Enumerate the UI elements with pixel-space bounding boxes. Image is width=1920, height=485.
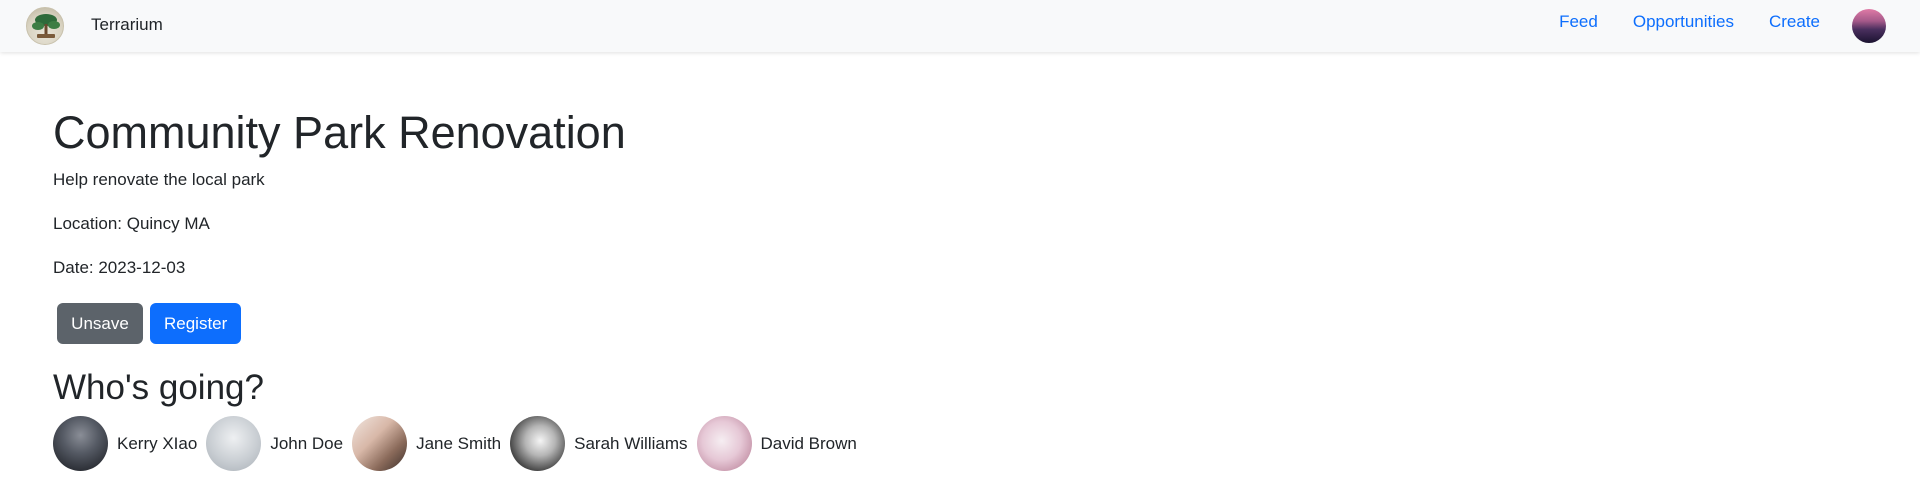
event-location: Location: Quincy MA: [53, 214, 210, 233]
page-title: Community Park Renovation: [53, 107, 626, 158]
nav-link-create[interactable]: Create: [1769, 12, 1820, 32]
avatar: [696, 416, 752, 471]
event-description: Help renovate the local park: [53, 170, 265, 189]
list-item[interactable]: Sarah Williams: [510, 416, 688, 471]
nav-link-opportunities[interactable]: Opportunities: [1633, 12, 1734, 32]
attendee-name: Kerry XIao: [117, 433, 198, 453]
bonsai-logo-icon[interactable]: [26, 7, 64, 45]
event-date: Date: 2023-12-03: [53, 258, 186, 277]
avatar: [510, 416, 566, 471]
nav-links: Feed Opportunities Create: [1524, 12, 1820, 32]
brand-name[interactable]: Terrarium: [91, 15, 163, 35]
top-navbar: Terrarium Feed Opportunities Create: [0, 0, 1920, 52]
list-item[interactable]: John Doe: [206, 416, 343, 471]
attendee-name: Jane Smith: [416, 433, 502, 453]
attendee-name: David Brown: [760, 433, 857, 453]
user-avatar-icon[interactable]: [1852, 9, 1886, 43]
attendees-heading: Who's going?: [53, 368, 264, 407]
avatar: [206, 416, 262, 471]
nav-link-feed[interactable]: Feed: [1559, 12, 1598, 32]
list-item[interactable]: David Brown: [696, 416, 857, 471]
list-item[interactable]: Kerry XIao: [53, 416, 197, 471]
register-button[interactable]: Register: [150, 303, 241, 344]
avatar: [352, 416, 408, 471]
attendee-name: Sarah Williams: [574, 433, 688, 453]
attendee-name: John Doe: [270, 433, 344, 453]
attendee-list: Kerry XIao John Doe Jane Smith Sarah Wil…: [53, 416, 866, 471]
avatar: [53, 416, 108, 471]
list-item[interactable]: Jane Smith: [352, 416, 501, 471]
unsave-button[interactable]: Unsave: [57, 303, 143, 344]
